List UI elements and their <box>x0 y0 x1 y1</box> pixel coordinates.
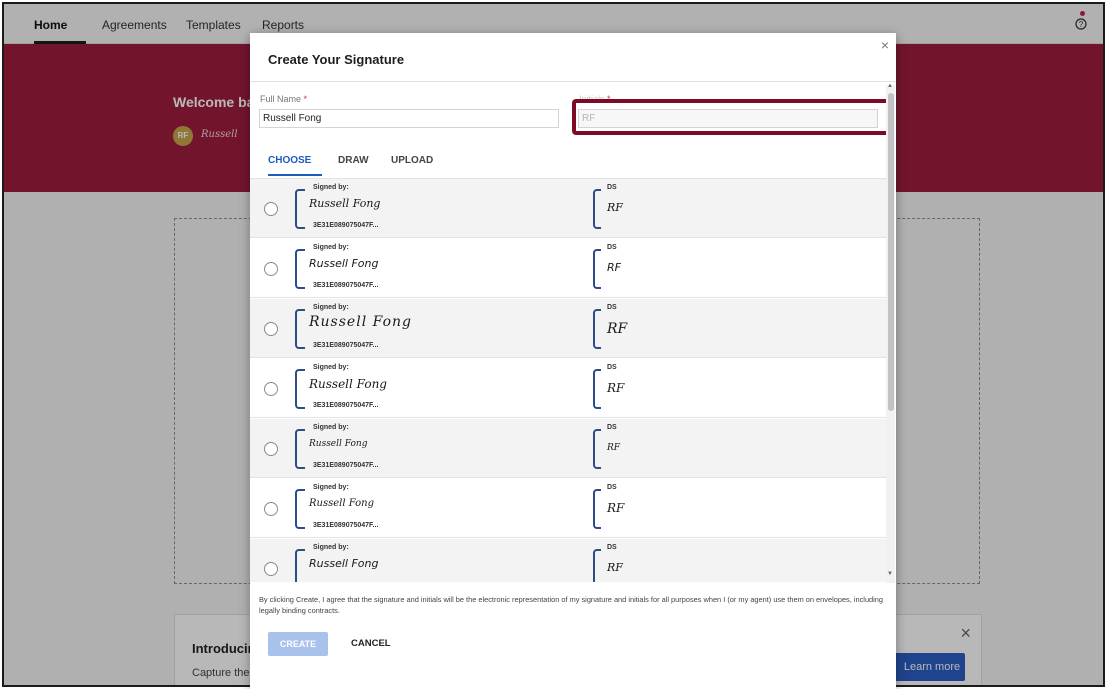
divider <box>250 81 896 82</box>
signature-id: 3E31E089075047F... <box>313 462 379 469</box>
signed-by-label: Signed by: <box>313 184 349 191</box>
signature-preview: Signed by: Russell Fong 3E31E089075047F.… <box>295 424 405 472</box>
signature-preview: Signed by: Russell Fong 3E31E089075047F.… <box>295 364 405 412</box>
option-radio[interactable] <box>264 502 278 516</box>
signature-frame <box>295 249 305 289</box>
signature-text: Russell Fong <box>309 377 387 391</box>
full-name-input[interactable] <box>259 109 559 128</box>
ds-label: DS <box>607 544 617 551</box>
initials-text: RF <box>607 381 625 395</box>
signature-frame <box>295 429 305 469</box>
scroll-up-arrow-icon[interactable]: ▲ <box>887 83 893 89</box>
tab-choose[interactable]: CHOOSE <box>268 155 311 166</box>
signature-option[interactable]: Signed by: Russell Fong 3E31E089075047F.… <box>250 419 886 478</box>
signature-frame <box>295 309 305 349</box>
option-radio[interactable] <box>264 442 278 456</box>
signed-by-label: Signed by: <box>313 544 349 551</box>
signed-by-label: Signed by: <box>313 304 349 311</box>
option-radio[interactable] <box>264 262 278 276</box>
signature-option[interactable]: Signed by: Russell Fong DS RF <box>250 539 886 582</box>
initials-frame <box>593 189 601 229</box>
signature-preview: Signed by: Russell Fong 3E31E089075047F.… <box>295 184 405 232</box>
signature-option[interactable]: Signed by: Russell Fong 3E31E089075047F.… <box>250 239 886 298</box>
signature-frame <box>295 369 305 409</box>
signed-by-label: Signed by: <box>313 244 349 251</box>
initials-highlight-box <box>572 99 890 135</box>
option-radio[interactable] <box>264 562 278 576</box>
initials-preview: DS RF <box>593 544 643 582</box>
signature-id: 3E31E089075047F... <box>313 282 379 289</box>
ds-label: DS <box>607 424 617 431</box>
initials-text: RF <box>607 443 621 453</box>
signature-id: 3E31E089075047F... <box>313 522 379 529</box>
signature-text: Russell Fong <box>309 257 379 270</box>
signature-text: Russell Fong <box>309 197 381 210</box>
signature-id: 3E31E089075047F... <box>313 222 379 229</box>
option-radio[interactable] <box>264 202 278 216</box>
signature-preview: Signed by: Russell Fong 3E31E089075047F.… <box>295 304 411 352</box>
initials-text: RF <box>607 201 623 214</box>
signed-by-label: Signed by: <box>313 424 349 431</box>
initials-preview: DS RF <box>593 364 643 412</box>
ds-label: DS <box>607 244 617 251</box>
ds-label: DS <box>607 304 617 311</box>
signature-options-list[interactable]: Signed by: Russell Fong 3E31E089075047F.… <box>250 178 886 582</box>
signature-option[interactable]: Signed by: Russell Fong 3E31E089075047F.… <box>250 479 886 538</box>
initials-frame <box>593 309 601 349</box>
signature-frame <box>295 189 305 229</box>
initials-preview: DS RF <box>593 244 643 292</box>
signature-option[interactable]: Signed by: Russell Fong 3E31E089075047F.… <box>250 359 886 418</box>
signed-by-label: Signed by: <box>313 484 349 491</box>
signature-text: Russell Fong <box>309 498 374 509</box>
ds-label: DS <box>607 484 617 491</box>
scrollbar-thumb[interactable] <box>888 93 894 411</box>
initials-frame <box>593 249 601 289</box>
scroll-down-arrow-icon[interactable]: ▼ <box>887 571 893 577</box>
ds-label: DS <box>607 364 617 371</box>
active-tab-indicator <box>268 174 322 176</box>
initials-frame <box>593 549 601 582</box>
option-radio[interactable] <box>264 322 278 336</box>
signature-preview: Signed by: Russell Fong <box>295 544 405 582</box>
signed-by-label: Signed by: <box>313 364 349 371</box>
full-name-label: Full Name * <box>260 94 308 104</box>
initials-frame <box>593 429 601 469</box>
signature-frame <box>295 489 305 529</box>
initials-preview: DS RF <box>593 184 643 232</box>
signature-text: Russell Fong <box>309 439 368 449</box>
signature-id: 3E31E089075047F... <box>313 342 379 349</box>
initials-frame <box>593 369 601 409</box>
create-signature-dialog: Create Your Signature × Full Name * Init… <box>250 33 896 689</box>
initials-preview: DS RF <box>593 484 643 532</box>
signature-option[interactable]: Signed by: Russell Fong 3E31E089075047F.… <box>250 179 886 238</box>
ds-label: DS <box>607 184 617 191</box>
signature-id: 3E31E089075047F... <box>313 402 379 409</box>
initials-preview: DS RF <box>593 424 643 472</box>
signature-text: Russell Fong <box>309 314 412 330</box>
close-icon[interactable]: × <box>881 37 889 53</box>
create-button[interactable]: CREATE <box>268 632 328 656</box>
signature-text: Russell Fong <box>309 557 379 570</box>
initials-text: RF <box>607 561 623 574</box>
initials-frame <box>593 489 601 529</box>
cancel-button[interactable]: CANCEL <box>351 632 391 656</box>
initials-text: RF <box>607 501 625 515</box>
consent-text: By clicking Create, I agree that the sig… <box>259 595 884 615</box>
tab-upload[interactable]: UPLOAD <box>391 155 433 166</box>
signature-frame <box>295 549 305 582</box>
initials-text: RF <box>607 321 628 337</box>
signature-preview: Signed by: Russell Fong 3E31E089075047F.… <box>295 244 405 292</box>
initials-preview: DS RF <box>593 304 643 352</box>
option-radio[interactable] <box>264 382 278 396</box>
initials-text: RF <box>607 261 621 274</box>
dialog-title: Create Your Signature <box>268 52 405 67</box>
signature-preview: Signed by: Russell Fong 3E31E089075047F.… <box>295 484 405 532</box>
tab-draw[interactable]: DRAW <box>338 155 369 166</box>
signature-option[interactable]: Signed by: Russell Fong 3E31E089075047F.… <box>250 299 886 358</box>
